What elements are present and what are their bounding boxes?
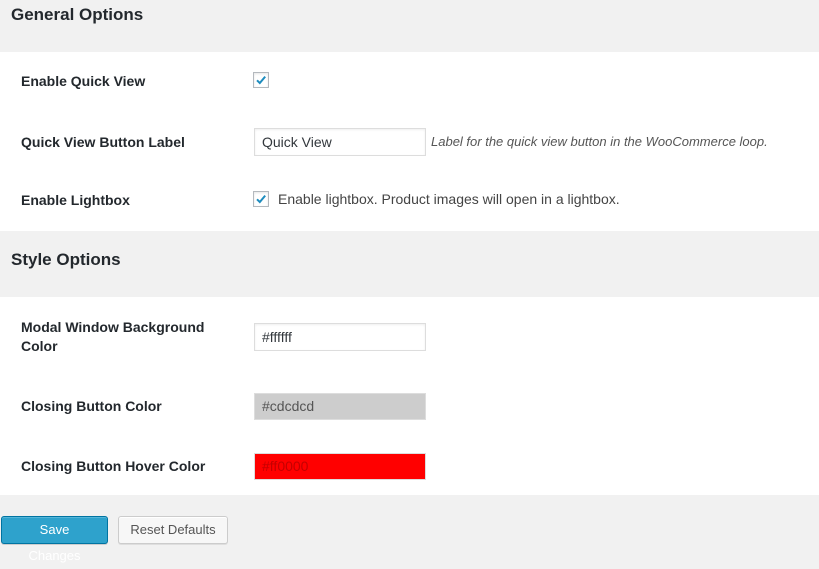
general-options-heading: General Options bbox=[11, 5, 144, 24]
modal-background-color-label: Modal Window Background Color bbox=[21, 319, 205, 354]
save-changes-button[interactable]: Save Changes bbox=[1, 516, 108, 563]
general-options-panel: Enable Quick View Quick View Button Labe… bbox=[0, 52, 819, 231]
enable-lightbox-label: Enable Lightbox bbox=[21, 192, 130, 208]
closing-button-hover-color-input[interactable]: #ff0000 bbox=[254, 453, 426, 480]
quick-view-button-label-input[interactable] bbox=[254, 128, 426, 156]
style-options-panel: Modal Window Background Color Closing Bu… bbox=[0, 297, 819, 495]
enable-quick-view-checkbox[interactable] bbox=[253, 72, 269, 88]
enable-lightbox-description: Enable lightbox. Product images will ope… bbox=[278, 191, 620, 207]
modal-background-color-input[interactable] bbox=[254, 323, 426, 351]
quick-view-button-label-label: Quick View Button Label bbox=[21, 134, 185, 150]
enable-lightbox-checkbox[interactable] bbox=[253, 191, 269, 207]
closing-button-hover-color-label: Closing Button Hover Color bbox=[21, 458, 206, 474]
quick-view-button-label-description: Label for the quick view button in the W… bbox=[431, 134, 768, 149]
style-options-heading: Style Options bbox=[11, 250, 121, 269]
checkmark-icon bbox=[256, 75, 266, 85]
checkmark-icon bbox=[256, 194, 266, 204]
reset-defaults-button[interactable]: Reset Defaults bbox=[118, 516, 228, 544]
enable-quick-view-label: Enable Quick View bbox=[21, 73, 146, 89]
closing-button-color-label: Closing Button Color bbox=[21, 398, 162, 414]
closing-button-color-input[interactable]: #cdcdcd bbox=[254, 393, 426, 420]
